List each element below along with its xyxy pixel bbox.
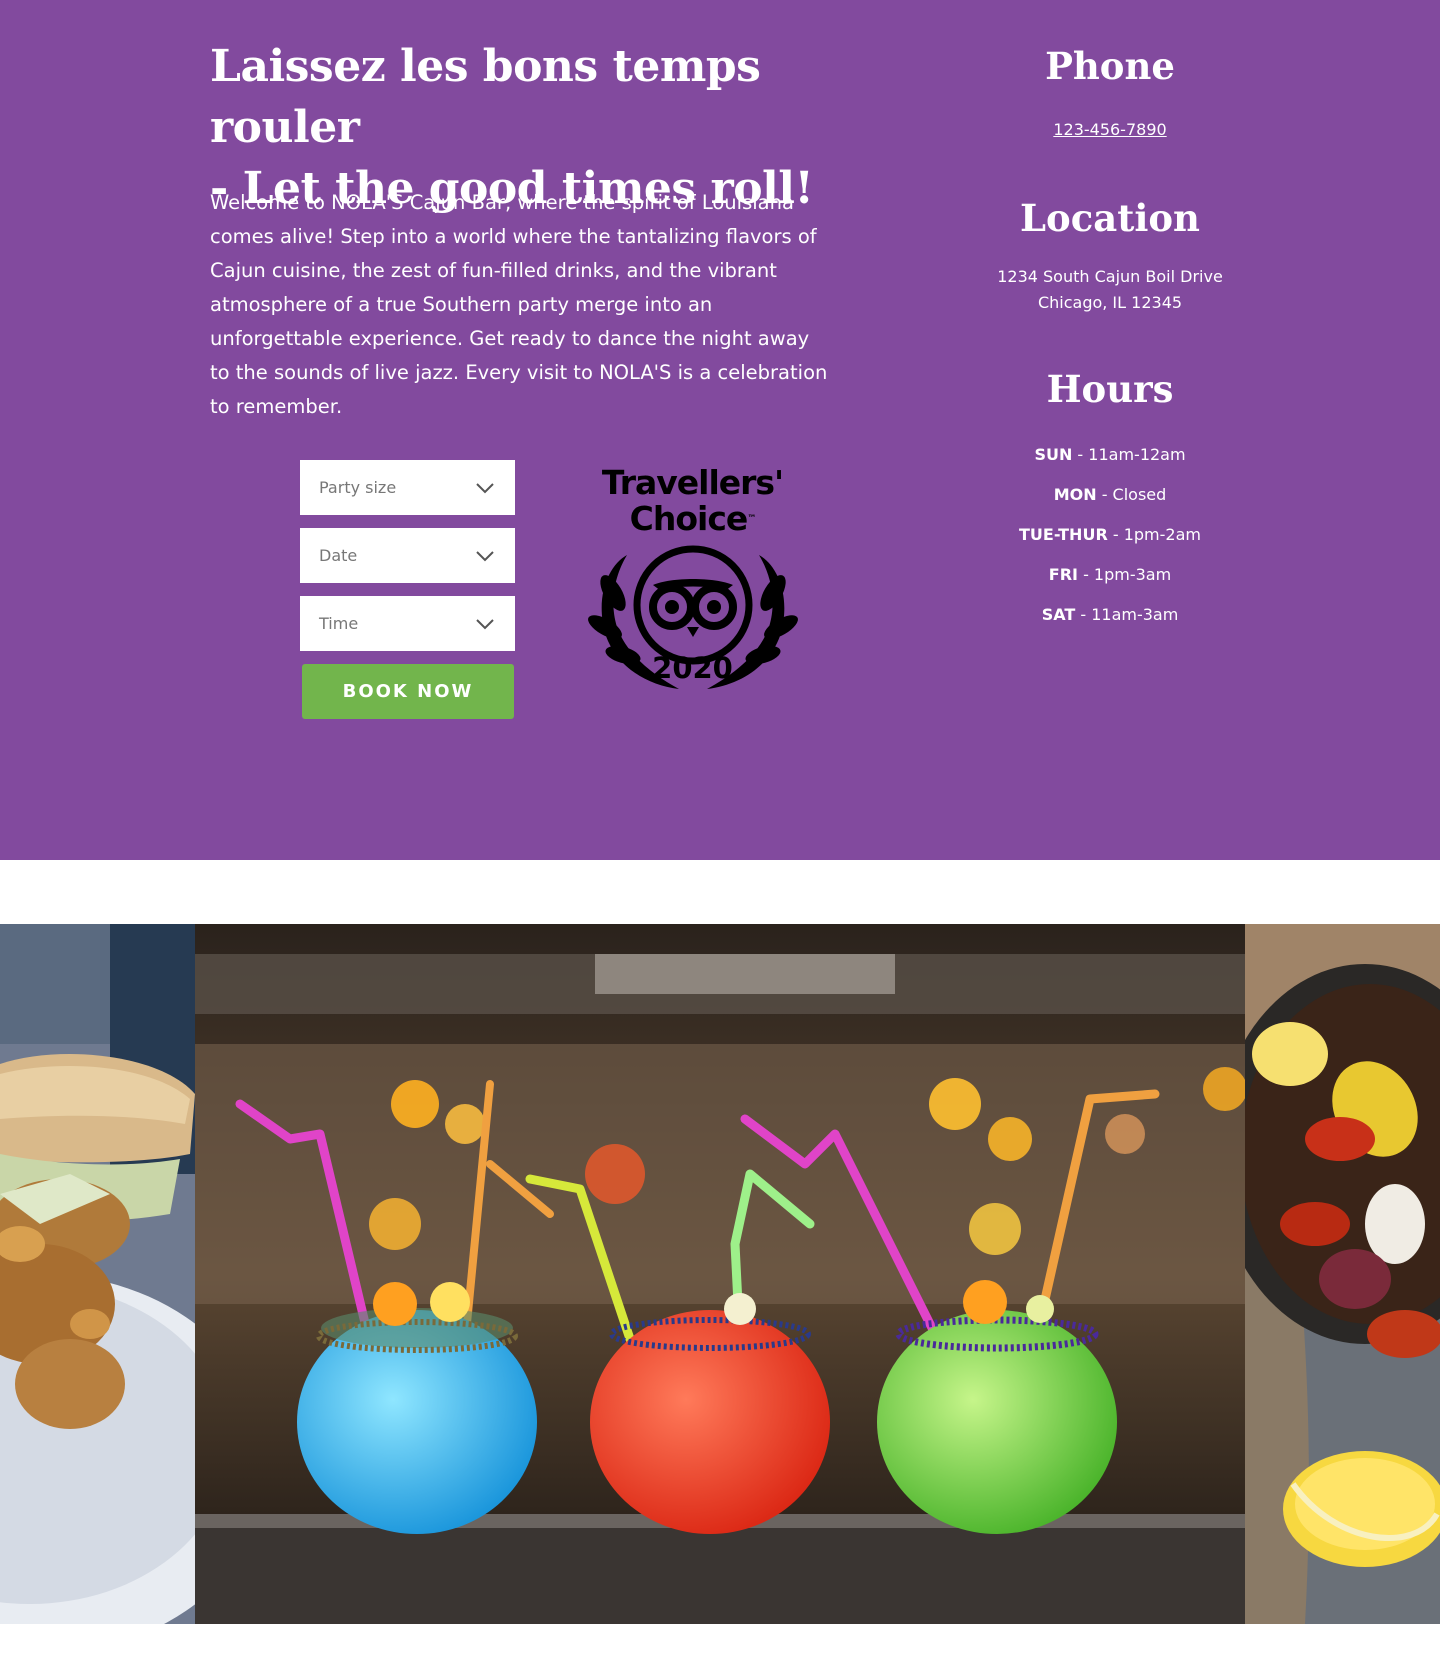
hours-row-mon: MON - Closed: [960, 484, 1260, 524]
badge-title-line-1: Travellers': [601, 463, 784, 502]
badge-title-line-2: Choice™: [580, 501, 805, 537]
trademark-mark: ™: [747, 514, 756, 524]
chevron-down-icon: [476, 482, 494, 493]
phone-link[interactable]: 123-456-7890: [960, 120, 1260, 139]
headline-line-1: Laissez les bons temps rouler: [210, 41, 761, 153]
hours-day: TUE-THUR: [1019, 525, 1108, 544]
fried-oyster-sandwich-photo: [0, 924, 195, 1624]
intro-paragraph: Welcome to NOLA'S Cajun Bar, where the s…: [210, 191, 828, 418]
chevron-down-icon: [476, 618, 494, 629]
party-size-label: Party size: [319, 478, 397, 497]
hours-day: MON: [1053, 485, 1097, 504]
book-now-button[interactable]: BOOK NOW: [302, 664, 514, 719]
colorful-fishbowl-cocktails-photo: [195, 924, 1245, 1624]
hours-time: - 11am-3am: [1075, 605, 1179, 624]
hours-day: SUN: [1034, 445, 1073, 464]
address-line-2: Chicago, IL 12345: [1037, 293, 1183, 312]
hours-day: FRI: [1048, 565, 1078, 584]
badge-title-choice: Choice: [629, 499, 749, 538]
hours-day: SAT: [1041, 605, 1076, 624]
booking-form: Party size Date Time BOOK NOW: [300, 460, 516, 719]
crawfish-boil-photo: [1245, 924, 1440, 1624]
date-select[interactable]: Date: [300, 528, 515, 583]
hours-time: - 11am-12am: [1072, 445, 1186, 464]
location-heading: Location: [1020, 196, 1200, 240]
hours-row-tue-thur: TUE-THUR - 1pm-2am: [960, 524, 1260, 564]
phone-heading: Phone: [1045, 44, 1175, 88]
hours-row-fri: FRI - 1pm-3am: [960, 564, 1260, 604]
time-select[interactable]: Time: [300, 596, 515, 651]
hours-time: - Closed: [1096, 485, 1167, 504]
hours-time: - 1pm-2am: [1107, 525, 1201, 544]
time-label: Time: [319, 614, 359, 633]
hero-section: Laissez les bons temps rouler - Let the …: [0, 0, 1440, 860]
date-label: Date: [319, 546, 358, 565]
party-size-select[interactable]: Party size: [300, 460, 515, 515]
hours-heading: Hours: [1046, 367, 1174, 411]
hours-time: - 1pm-3am: [1077, 565, 1172, 584]
address-line-1: 1234 South Cajun Boil Drive: [997, 267, 1223, 286]
hours-row-sun: SUN - 11am-12am: [960, 444, 1260, 484]
photo-gallery: [0, 924, 1440, 1624]
hours-row-sat: SAT - 11am-3am: [960, 604, 1260, 644]
chevron-down-icon: [476, 550, 494, 561]
travellers-choice-badge: Travellers' Choice™ 2020: [580, 465, 805, 700]
hours-list: SUN - 11am-12am MON - Closed TUE-THUR - …: [960, 444, 1260, 644]
